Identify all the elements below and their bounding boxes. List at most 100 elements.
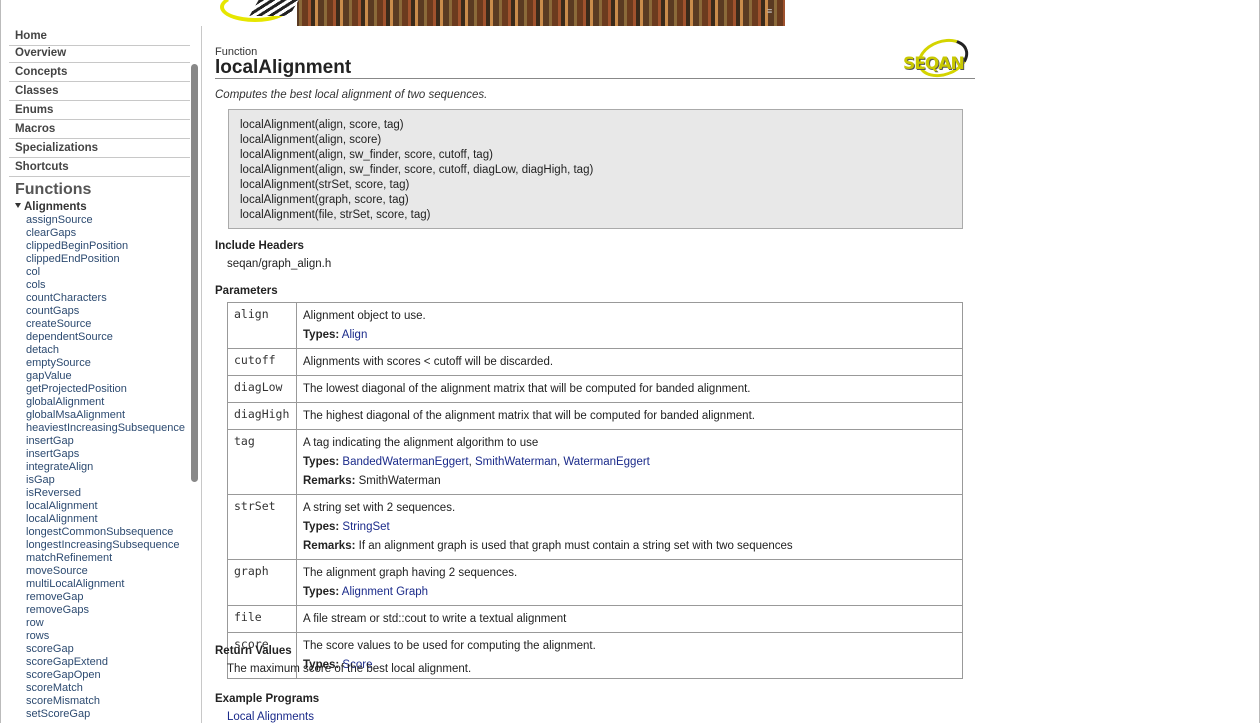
parameter-description: Alignment object to use. bbox=[303, 310, 426, 322]
nav-overview[interactable]: Overview bbox=[9, 44, 190, 63]
parameter-description-cell: The highest diagonal of the alignment ma… bbox=[296, 402, 963, 430]
type-link[interactable]: WatermanEggert bbox=[563, 456, 650, 468]
type-link[interactable]: BandedWatermanEggert bbox=[342, 456, 468, 468]
function-link[interactable]: localAlignment bbox=[26, 500, 201, 513]
remarks-text: SmithWaterman bbox=[358, 475, 441, 487]
examples-heading: Example Programs bbox=[215, 693, 320, 705]
function-link[interactable]: cols bbox=[26, 279, 201, 292]
function-link[interactable]: globalMsaAlignment bbox=[26, 409, 201, 422]
logo-text: SEQAN bbox=[903, 54, 965, 74]
function-link[interactable]: createSource bbox=[26, 318, 201, 331]
parameter-description-cell: A tag indicating the alignment algorithm… bbox=[296, 429, 963, 495]
example-link[interactable]: Local Alignments bbox=[227, 711, 314, 723]
function-link[interactable]: removeGaps bbox=[26, 604, 201, 617]
signature-line: localAlignment(file, strSet, score, tag) bbox=[240, 209, 431, 221]
nav-enums[interactable]: Enums bbox=[9, 101, 190, 120]
signature-line: localAlignment(align, sw_finder, score, … bbox=[240, 149, 493, 161]
parameter-types: Types: BandedWatermanEggert, SmithWaterm… bbox=[303, 456, 650, 468]
function-link[interactable]: countCharacters bbox=[26, 292, 201, 305]
types-label: Types: bbox=[303, 586, 340, 598]
function-link[interactable]: matchRefinement bbox=[26, 552, 201, 565]
menu-icon[interactable]: ≡ bbox=[767, 6, 779, 16]
function-link[interactable]: clearGaps bbox=[26, 227, 201, 240]
function-link[interactable]: removeGap bbox=[26, 591, 201, 604]
function-link[interactable]: insertGap bbox=[26, 435, 201, 448]
function-link[interactable]: longestCommonSubsequence bbox=[26, 526, 201, 539]
nav-specializations[interactable]: Specializations bbox=[9, 139, 190, 158]
function-link[interactable]: integrateAlign bbox=[26, 461, 201, 474]
function-link[interactable]: heaviestIncreasingSubsequence bbox=[26, 422, 201, 435]
include-heading: Include Headers bbox=[215, 240, 304, 252]
function-link[interactable]: globalAlignment bbox=[26, 396, 201, 409]
function-link[interactable]: isGap bbox=[26, 474, 201, 487]
disclosure-triangle-icon bbox=[15, 203, 21, 208]
page-title: localAlignment bbox=[215, 57, 352, 78]
types-label: Types: bbox=[303, 329, 340, 341]
header-banner: ≡ bbox=[202, 0, 785, 26]
function-link[interactable]: scoreGapOpen bbox=[26, 669, 201, 682]
function-link[interactable]: getProjectedPosition bbox=[26, 383, 201, 396]
function-link[interactable]: countGaps bbox=[26, 305, 201, 318]
function-link[interactable]: clippedBeginPosition bbox=[26, 240, 201, 253]
function-link[interactable]: multiLocalAlignment bbox=[26, 578, 201, 591]
parameter-description: The score values to be used for computin… bbox=[303, 640, 596, 652]
return-heading: Return Values bbox=[215, 645, 292, 657]
parameter-description-cell: A string set with 2 sequences. Types: Str… bbox=[296, 494, 963, 560]
logo-pattern-icon bbox=[249, 0, 299, 16]
function-link[interactable]: row bbox=[26, 617, 201, 630]
function-link[interactable]: rows bbox=[26, 630, 201, 643]
function-link[interactable]: scoreMismatch bbox=[26, 695, 201, 708]
signature-line: localAlignment(graph, score, tag) bbox=[240, 194, 409, 206]
signature-line: localAlignment(align, score) bbox=[240, 134, 382, 146]
nav-classes[interactable]: Classes bbox=[9, 82, 190, 101]
parameter-description: A file stream or std::cout to write a te… bbox=[303, 613, 567, 625]
function-link[interactable]: moveSource bbox=[26, 565, 201, 578]
parameter-types: Types: StringSet bbox=[303, 518, 956, 537]
parameter-row: graph The alignment graph having 2 sequen… bbox=[227, 559, 963, 606]
parameter-description: A tag indicating the alignment algorithm… bbox=[303, 437, 539, 449]
type-link[interactable]: Alignment Graph bbox=[342, 586, 428, 598]
function-link[interactable]: gapValue bbox=[26, 370, 201, 383]
signature-line: localAlignment(align, sw_finder, score, … bbox=[240, 164, 594, 176]
group-label: Alignments bbox=[24, 201, 87, 213]
summary-text: Computes the best local alignment of two… bbox=[215, 89, 488, 101]
function-link[interactable]: isReversed bbox=[26, 487, 201, 500]
nav-concepts[interactable]: Concepts bbox=[9, 63, 190, 82]
function-link[interactable]: scoreMatch bbox=[26, 682, 201, 695]
function-link[interactable]: dependentSource bbox=[26, 331, 201, 344]
remarks-label: Remarks: bbox=[303, 475, 356, 487]
function-link[interactable]: detach bbox=[26, 344, 201, 357]
function-link[interactable]: scoreGap bbox=[26, 643, 201, 656]
nav-macros[interactable]: Macros bbox=[9, 120, 190, 139]
function-link[interactable]: emptySource bbox=[26, 357, 201, 370]
parameter-description: The alignment graph having 2 sequences. bbox=[303, 567, 518, 579]
function-link[interactable]: clippedEndPosition bbox=[26, 253, 201, 266]
banner-logo[interactable] bbox=[202, 0, 299, 26]
type-link[interactable]: StringSet bbox=[342, 521, 389, 533]
function-link[interactable]: longestIncreasingSubsequence bbox=[26, 539, 201, 552]
parameter-name: tag bbox=[227, 429, 297, 495]
group-alignments[interactable]: Alignments bbox=[15, 201, 87, 213]
parameters-table: align Alignment object to use. Types: Alig… bbox=[227, 302, 963, 679]
parameter-remarks: Remarks: If an alignment graph is used t… bbox=[303, 537, 956, 556]
function-link[interactable]: col bbox=[26, 266, 201, 279]
function-link[interactable]: assignSource bbox=[26, 214, 201, 227]
type-link[interactable]: Align bbox=[342, 329, 368, 341]
parameter-types: Types: Alignment Graph bbox=[303, 583, 956, 602]
function-list: assignSource clearGaps clippedBeginPositio… bbox=[26, 214, 201, 721]
sidebar-scrollbar[interactable] bbox=[191, 64, 198, 482]
nav-shortcuts[interactable]: Shortcuts bbox=[9, 158, 190, 177]
function-link[interactable]: scoreGapExtend bbox=[26, 656, 201, 669]
function-link[interactable]: setScoreGap bbox=[26, 708, 201, 721]
parameter-row: file A file stream or std::cout to write … bbox=[227, 605, 963, 633]
parameter-description-cell: The alignment graph having 2 sequences. T… bbox=[296, 559, 963, 606]
title-divider bbox=[215, 78, 975, 79]
function-link[interactable]: insertGaps bbox=[26, 448, 201, 461]
parameter-description: The lowest diagonal of the alignment mat… bbox=[303, 383, 751, 395]
parameter-row: tag A tag indicating the alignment algori… bbox=[227, 429, 963, 495]
type-link[interactable]: SmithWaterman bbox=[475, 456, 557, 468]
parameter-row: align Alignment object to use. Types: Alig… bbox=[227, 302, 963, 349]
signature-line: localAlignment(align, score, tag) bbox=[240, 119, 404, 131]
parameter-description-cell: Alignments with scores < cutoff will be … bbox=[296, 348, 963, 376]
function-link[interactable]: localAlignment bbox=[26, 513, 201, 526]
